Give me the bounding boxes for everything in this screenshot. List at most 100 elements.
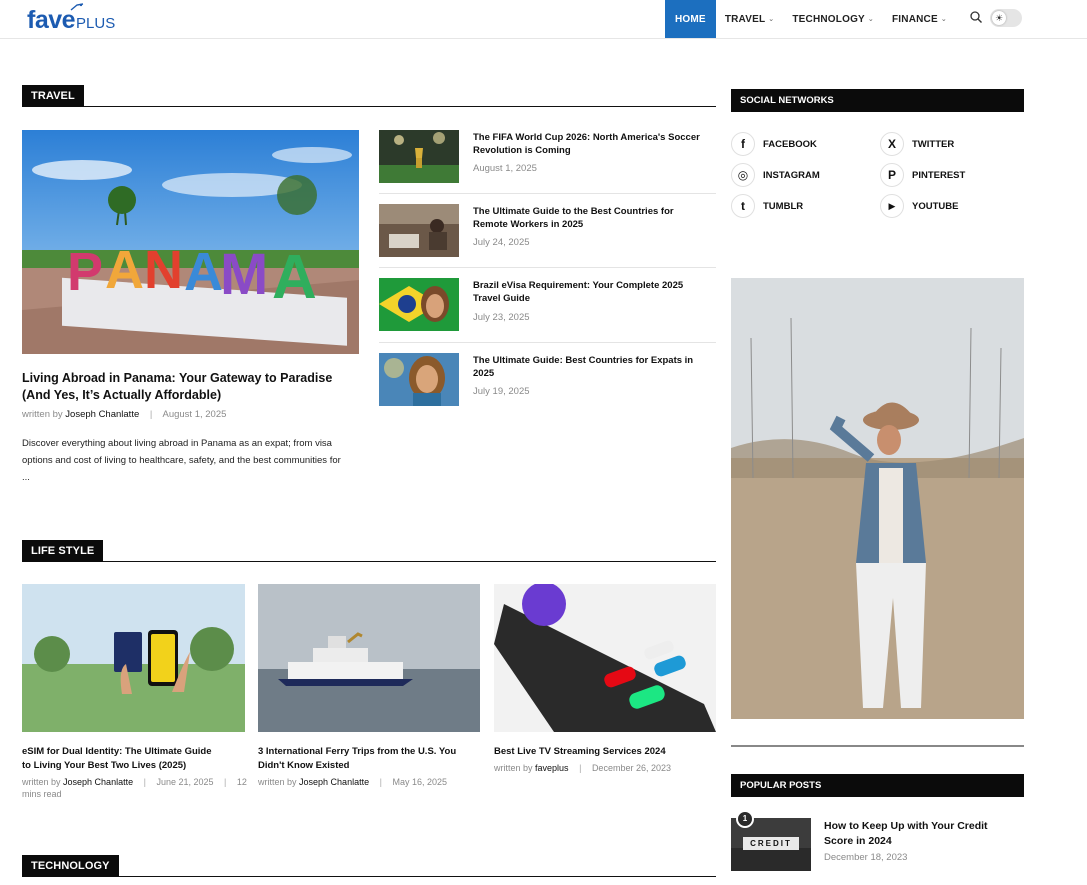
site-logo[interactable]: fave PLUS (27, 3, 116, 36)
lifestyle-image-ferry[interactable] (258, 584, 480, 732)
technology-section-heading: TECHNOLOGY (22, 855, 716, 877)
popular-title-line: How to Keep Up with Your Credit (824, 820, 988, 832)
lifestyle-post-meta: written by Joseph Chanlatte | May 16, 20… (258, 777, 447, 787)
list-post-title[interactable]: The Ultimate Guide: Best Countries for E… (473, 354, 713, 380)
social-label: YOUTUBE (912, 200, 959, 212)
lifestyle-post-meta: written by faveplus | December 26, 2023 (494, 763, 671, 773)
nav-technology-label: TECHNOLOGY (792, 13, 865, 25)
featured-image-panama[interactable]: P A N A M A (22, 130, 359, 354)
svg-text:P: P (67, 242, 103, 302)
pinterest-icon: P (880, 163, 904, 187)
social-tumblr[interactable]: t TUMBLR (731, 194, 803, 218)
main-nav: HOME TRAVEL ⌄ TECHNOLOGY ⌄ FINANCE ⌄ (665, 0, 956, 38)
author-link[interactable]: Joseph Chanlatte (299, 777, 369, 787)
ferry-boat-photo (258, 584, 480, 732)
logo-main-text: fave (27, 6, 76, 34)
remote-worker-photo (379, 204, 459, 257)
featured-title-line: (And Yes, It’s Actually Affordable) (22, 388, 222, 402)
lifestyle-image-esim[interactable] (22, 584, 245, 732)
list-title-line: The Ultimate Guide to the Best Countries… (473, 206, 674, 217)
popular-title-line: Score in 2024 (824, 835, 892, 847)
thumb-remote-workers[interactable] (379, 204, 459, 257)
technology-heading-label[interactable]: TECHNOLOGY (22, 855, 119, 877)
search-icon[interactable] (969, 10, 983, 24)
svg-text:N: N (144, 240, 183, 300)
rank-badge: 1 (736, 810, 754, 828)
social-label: PINTEREST (912, 169, 966, 181)
lifestyle-image-streaming[interactable] (494, 584, 716, 732)
lifestyle-title-line: Best Live TV Streaming Services 2024 (494, 746, 666, 757)
popular-post-title[interactable]: How to Keep Up with Your Credit Score in… (824, 819, 1024, 849)
list-title-line: The Ultimate Guide: Best Countries for E… (473, 355, 694, 366)
twitter-x-icon: X (880, 132, 904, 156)
lifestyle-title-line: Didn't Know Existed (258, 760, 350, 771)
social-youtube[interactable]: ▶ YOUTUBE (880, 194, 958, 218)
nav-finance[interactable]: FINANCE ⌄ (883, 0, 956, 38)
thumb-brazil-evisa[interactable] (379, 278, 459, 331)
lifestyle-post-title[interactable]: 3 International Ferry Trips from the U.S… (258, 745, 483, 773)
featured-post-title[interactable]: Living Abroad in Panama: Your Gateway to… (22, 370, 362, 404)
sidebar-ad-image[interactable] (731, 278, 1024, 719)
panama-sign-photo: P A N A M A (22, 130, 359, 354)
travel-section-heading: TRAVEL (22, 85, 716, 107)
social-networks-heading: SOCIAL NETWORKS (731, 89, 1024, 112)
lifestyle-post-title[interactable]: eSIM for Dual Identity: The Ultimate Gui… (22, 745, 247, 773)
list-post-title[interactable]: Brazil eVisa Requirement: Your Complete … (473, 279, 713, 305)
logo-spark-icon (70, 3, 84, 11)
meta-separator: | (379, 777, 382, 787)
list-post-date: July 23, 2025 (473, 312, 530, 323)
social-twitter[interactable]: X TWITTER (880, 132, 954, 156)
written-by-label: written by (22, 409, 63, 420)
featured-title-line: Living Abroad in Panama: Your Gateway to… (22, 371, 333, 385)
social-pinterest[interactable]: P PINTEREST (880, 163, 965, 187)
social-heading-label: SOCIAL NETWORKS (740, 95, 834, 106)
thumb-world-cup[interactable] (379, 130, 459, 183)
social-label: TUMBLR (763, 200, 804, 212)
svg-text:A: A (184, 242, 223, 302)
lifestyle-post-title[interactable]: Best Live TV Streaming Services 2024 (494, 745, 719, 759)
social-facebook[interactable]: f FACEBOOK (731, 132, 817, 156)
logo-plus-text: PLUS (76, 15, 116, 32)
written-by-label: written by (494, 763, 533, 773)
list-title-line: Brazil eVisa Requirement: Your Complete … (473, 280, 684, 291)
post-date: August 1, 2025 (162, 409, 227, 420)
youtube-icon: ▶ (880, 194, 904, 218)
lifestyle-read-time: mins read (22, 789, 62, 799)
list-title-line: Remote Workers in 2025 (473, 219, 584, 230)
featured-post-meta: written by Joseph Chanlatte | August 1, … (22, 409, 226, 420)
social-label: FACEBOOK (763, 138, 817, 150)
author-link[interactable]: Joseph Chanlatte (63, 777, 133, 787)
instagram-icon: ◎ (731, 163, 755, 187)
list-title-line: 2025 (473, 368, 495, 379)
popular-posts-heading: POPULAR POSTS (731, 774, 1024, 797)
excerpt-line: ... (22, 472, 30, 483)
tv-remote-photo (494, 584, 716, 732)
nav-technology[interactable]: TECHNOLOGY ⌄ (783, 0, 883, 38)
meta-separator: | (149, 409, 153, 420)
post-date: June 21, 2025 (156, 777, 214, 787)
social-instagram[interactable]: ◎ INSTAGRAM (731, 163, 820, 187)
nav-finance-label: FINANCE (892, 13, 938, 25)
nav-travel[interactable]: TRAVEL ⌄ (716, 0, 784, 38)
excerpt-line: options and cost of living to healthcare… (22, 455, 341, 466)
author-link[interactable]: Joseph Chanlatte (65, 409, 139, 420)
svg-text:A: A (272, 243, 317, 312)
nav-home[interactable]: HOME (665, 0, 716, 38)
author-link[interactable]: faveplus (535, 763, 569, 773)
list-post-title[interactable]: The Ultimate Guide to the Best Countries… (473, 205, 713, 231)
featured-post-excerpt: Discover everything about living abroad … (22, 435, 362, 486)
sun-icon: ☀ (992, 11, 1006, 25)
list-title-line: Revolution is Coming (473, 145, 571, 156)
meta-separator: | (224, 777, 227, 787)
travel-heading-label[interactable]: TRAVEL (22, 85, 84, 107)
social-label: TWITTER (912, 138, 955, 150)
dark-mode-toggle[interactable]: ☀ (990, 9, 1022, 27)
nav-home-label: HOME (675, 13, 706, 25)
thumb-expats[interactable] (379, 353, 459, 406)
list-post-title[interactable]: The FIFA World Cup 2026: North America's… (473, 131, 713, 157)
list-title-line: Travel Guide (473, 293, 531, 304)
lifestyle-post-meta: written by Joseph Chanlatte | June 21, 2… (22, 777, 247, 787)
list-divider (379, 342, 716, 343)
tumblr-icon: t (731, 194, 755, 218)
lifestyle-heading-label[interactable]: LIFE STYLE (22, 540, 104, 562)
